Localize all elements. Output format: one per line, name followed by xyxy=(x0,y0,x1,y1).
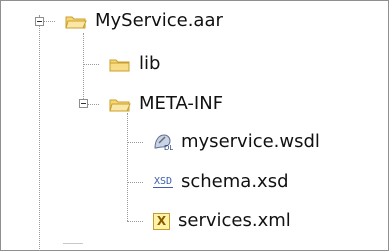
tree-connector xyxy=(83,33,84,105)
tree-connector xyxy=(127,182,143,183)
tree-item-label: lib xyxy=(139,53,161,74)
collapse-toggle[interactable] xyxy=(35,17,44,26)
tree-item-myservice-wsdl[interactable]: DL myservice.wsdl xyxy=(153,130,320,154)
tree-item-label: MyService.aar xyxy=(95,10,223,31)
tree-item-myservice-aar[interactable]: MyService.aar xyxy=(65,9,223,33)
svg-text:DL: DL xyxy=(164,144,173,151)
file-tree: MyService.aar lib META-INF DL myservice.… xyxy=(1,1,388,251)
tree-connector xyxy=(127,142,143,143)
tree-connector xyxy=(127,221,143,222)
xml-file-icon: X xyxy=(153,212,170,230)
tree-connector xyxy=(83,64,99,65)
folder-icon xyxy=(109,57,131,72)
tree-item-services-xml[interactable]: X services.xml xyxy=(153,209,291,233)
xsd-file-icon: XSD xyxy=(153,175,173,188)
tree-item-label: META-INF xyxy=(139,93,224,114)
tree-connector xyxy=(127,113,128,221)
tree-item-label: services.xml xyxy=(178,210,291,231)
tree-item-schema-xsd[interactable]: XSD schema.xsd xyxy=(153,170,289,194)
tree-item-label: schema.xsd xyxy=(181,171,289,192)
tree-item-lib[interactable]: lib xyxy=(109,52,160,76)
tree-item-label: myservice.wsdl xyxy=(181,131,320,152)
collapse-toggle[interactable] xyxy=(79,99,88,108)
clipped-tree-item xyxy=(63,243,83,251)
project-tree-panel: MyService.aar lib META-INF DL myservice.… xyxy=(0,0,389,251)
tree-connector xyxy=(39,15,40,251)
folder-open-icon xyxy=(65,14,87,29)
tree-item-meta-inf[interactable]: META-INF xyxy=(109,92,223,116)
folder-open-icon xyxy=(109,97,131,112)
wsdl-file-icon: DL xyxy=(153,133,173,152)
